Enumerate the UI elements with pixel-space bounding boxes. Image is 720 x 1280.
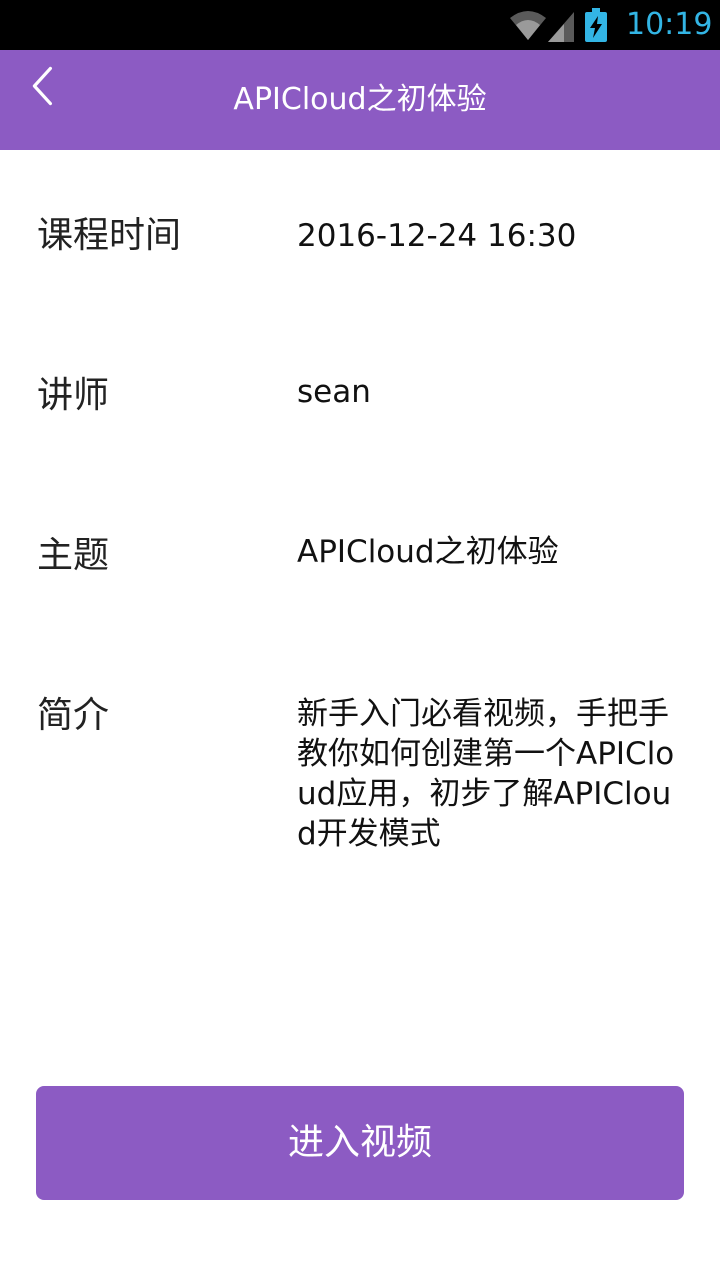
signal-icon: [548, 12, 574, 42]
page-title: APICloud之初体验: [233, 82, 487, 117]
detail-label-topic: 主题: [37, 535, 110, 576]
enter-video-button[interactable]: 进入视频: [36, 1086, 684, 1200]
status-bar: 10:19: [0, 0, 720, 50]
detail-label-time: 课程时间: [37, 215, 182, 256]
battery-charging-icon: [585, 8, 607, 42]
app-header: APICloud之初体验: [0, 50, 720, 150]
detail-label-teacher: 讲师: [37, 375, 110, 416]
status-clock: 10:19: [626, 7, 713, 42]
detail-value-teacher: sean: [297, 374, 371, 410]
detail-label-intro: 简介: [37, 695, 110, 736]
detail-value-topic: APICloud之初体验: [297, 534, 559, 570]
detail-value-intro: 新手入门必看视频，手把手教你如何创建第一个APICloud应用，初步了解APIC…: [297, 696, 675, 852]
detail-value-time: 2016-12-24 16:30: [297, 218, 577, 254]
wifi-icon: [510, 11, 546, 40]
course-detail-screen: 10:19 APICloud之初体验 课程时间 2016-12-24 16:30…: [0, 0, 720, 1280]
